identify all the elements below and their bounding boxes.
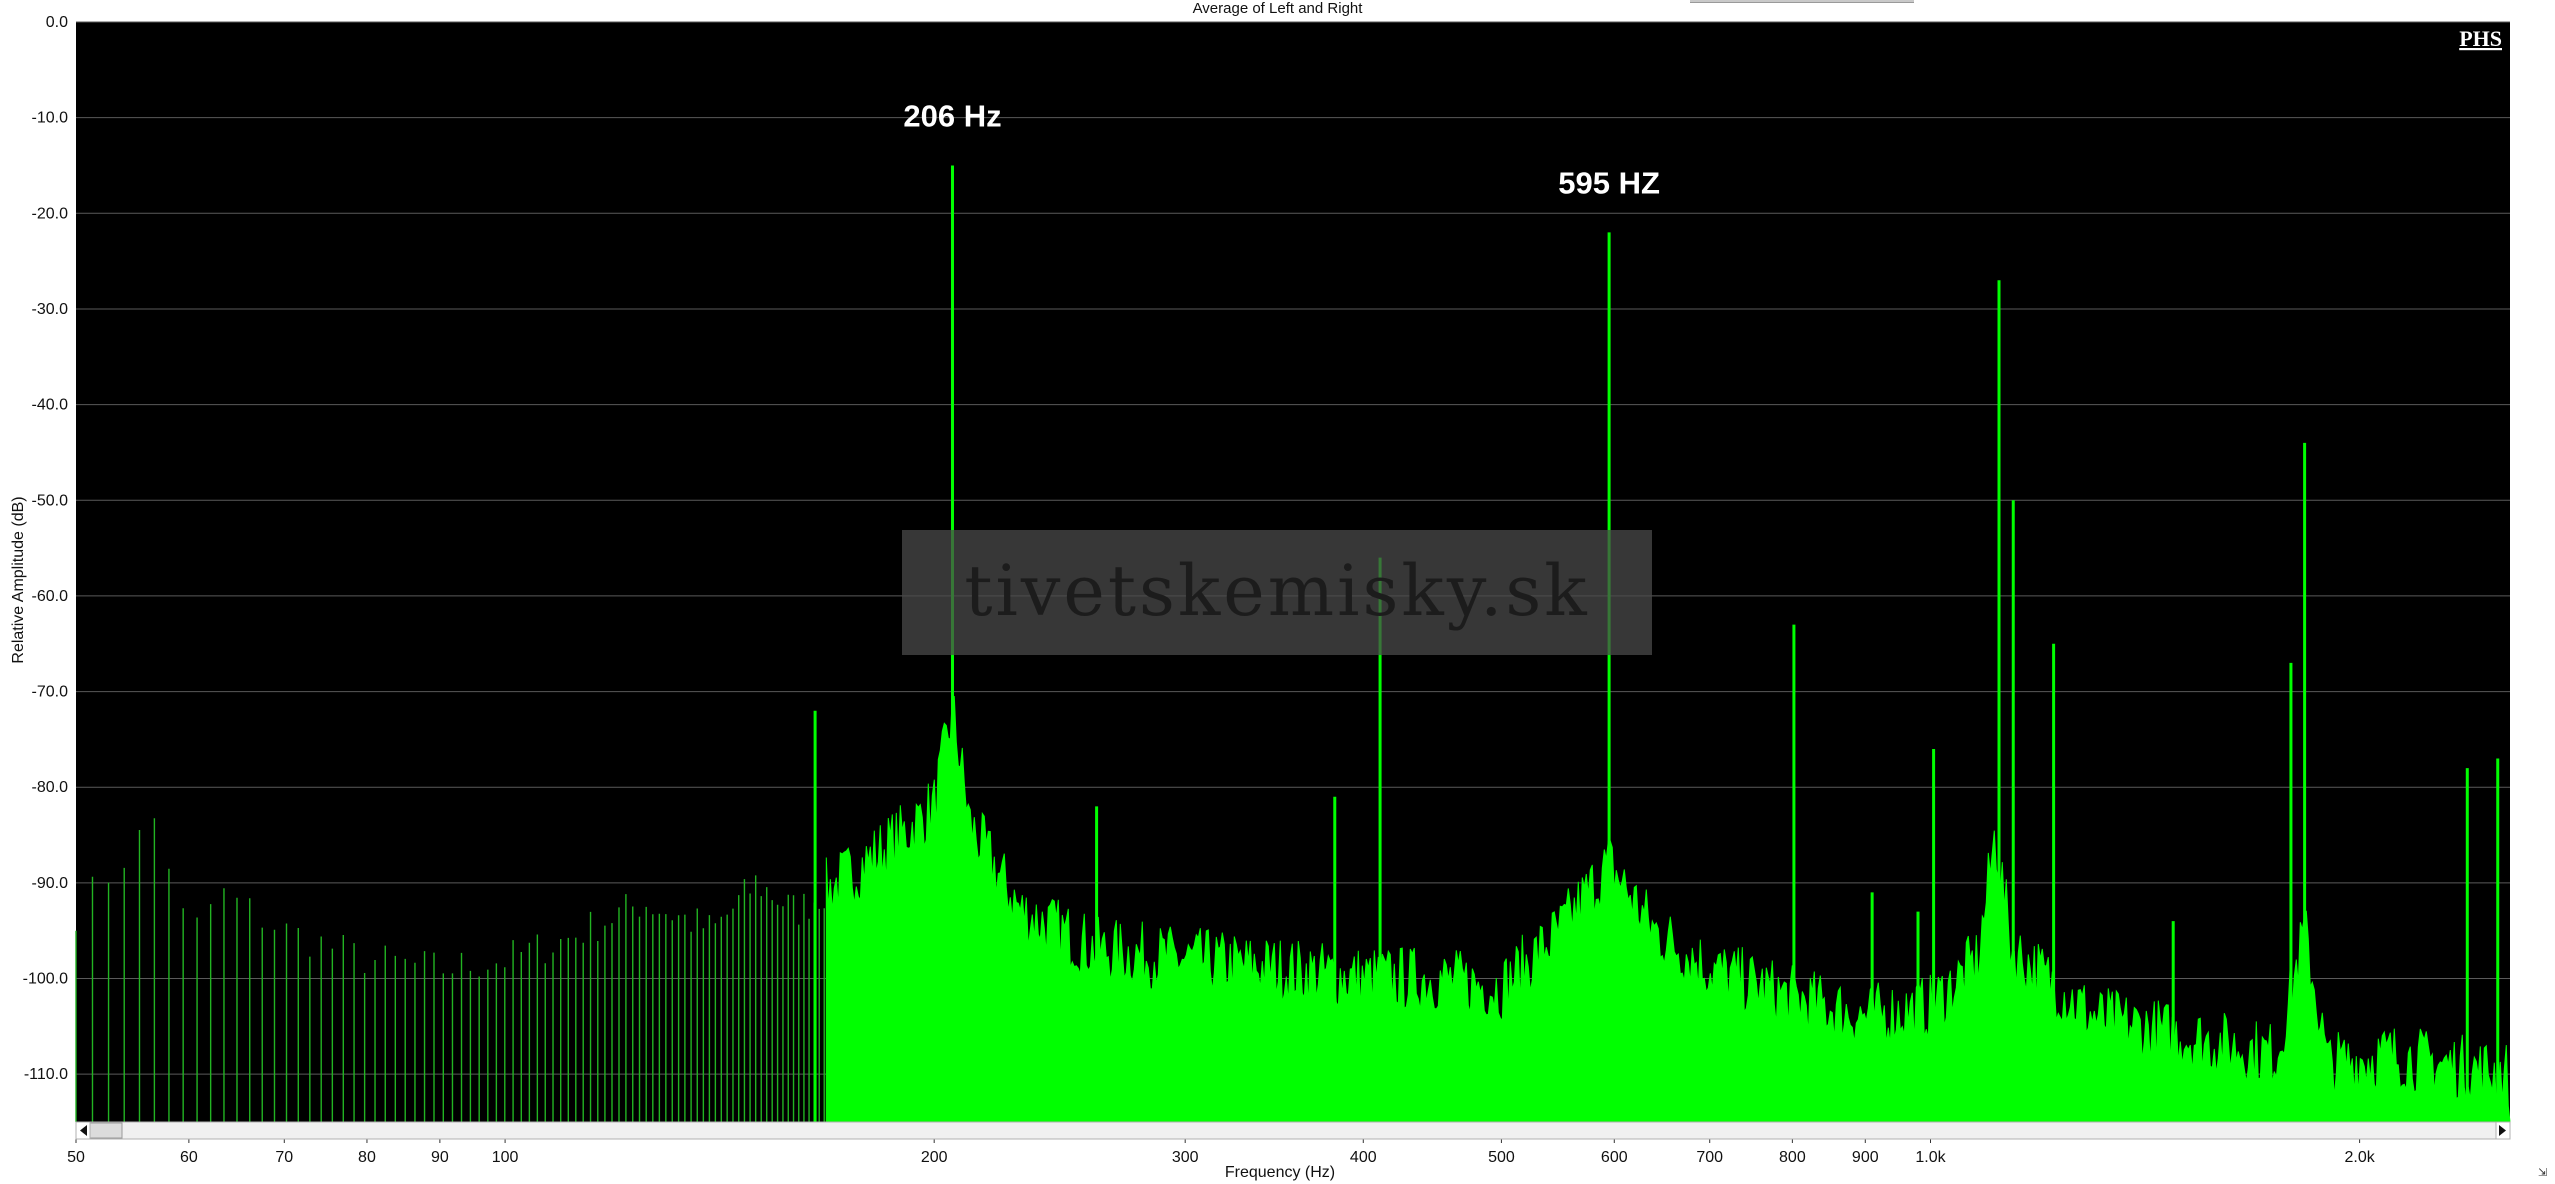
spectrum-chart: 0.0 -10.0 -20.0 -30.0 -40.0 -50.0 -60.0 -70.0 -8… <box>10 14 2547 1181</box>
horizontal-scrollbar[interactable] <box>75 1121 2511 1140</box>
x-tick-label: 50 <box>67 1149 85 1166</box>
scroll-left-button[interactable] <box>75 1121 91 1140</box>
y-tick-label: -110.0 <box>24 1066 68 1083</box>
y-tick-label: -10.0 <box>32 110 69 127</box>
x-tick-label: 2.0k <box>2344 1149 2375 1166</box>
x-tick-label: 80 <box>358 1149 376 1166</box>
peak-annotation: 595 HZ <box>1558 165 1660 200</box>
y-tick-label: -50.0 <box>32 492 69 509</box>
x-tick-label: 900 <box>1852 1149 1879 1166</box>
x-tick-label: 400 <box>1350 1149 1377 1166</box>
x-tick-label: 600 <box>1601 1149 1628 1166</box>
x-axis-label: Frequency (Hz) <box>1225 1164 1335 1181</box>
x-tick-label: 70 <box>275 1149 293 1166</box>
x-tick-label: 100 <box>492 1149 519 1166</box>
x-tick-label: 300 <box>1172 1149 1199 1166</box>
y-axis-label: Relative Amplitude (dB) <box>10 496 27 663</box>
watermark: tivetskemisky.sk <box>902 530 1652 655</box>
y-tick-label: -60.0 <box>32 588 69 605</box>
x-tick-labels: 50 60 70 80 90 100 200 300 400 500 600 700 800 900 1.0… <box>67 1139 2376 1166</box>
watermark-text: tivetskemisky.sk <box>964 550 1589 632</box>
analyzer-window: Average of Left and Right 0.0 -10.0 -20.0-… <box>0 0 2555 1184</box>
peak-annotation: 206 Hz <box>903 98 1001 133</box>
y-tick-labels: 0.0 -10.0 -20.0 -30.0 -40.0 -50.0 -60.0 -70.0 -8… <box>23 14 68 1083</box>
x-tick-label: 800 <box>1779 1149 1806 1166</box>
y-tick-label: -90.0 <box>32 875 69 892</box>
x-tick-label: 1.0k <box>1915 1149 1946 1166</box>
x-tick-label: 90 <box>431 1149 449 1166</box>
y-tick-label: 0.0 <box>46 14 68 31</box>
y-tick-label: -70.0 <box>32 684 69 701</box>
scrollbar-thumb[interactable] <box>89 1122 123 1139</box>
x-tick-label: 500 <box>1488 1149 1515 1166</box>
y-tick-label: -100.0 <box>23 971 68 988</box>
x-tick-label: 200 <box>921 1149 948 1166</box>
resize-grip-icon[interactable]: ⇲ <box>2538 1167 2547 1179</box>
y-tick-label: -80.0 <box>32 779 69 796</box>
phs-badge: PHS <box>2459 26 2502 51</box>
y-tick-label: -20.0 <box>32 205 69 222</box>
x-tick-label: 60 <box>180 1149 198 1166</box>
scroll-right-button[interactable] <box>2495 1121 2511 1140</box>
x-tick-label: 700 <box>1696 1149 1723 1166</box>
y-tick-label: -30.0 <box>32 301 69 318</box>
y-tick-label: -40.0 <box>32 397 69 414</box>
